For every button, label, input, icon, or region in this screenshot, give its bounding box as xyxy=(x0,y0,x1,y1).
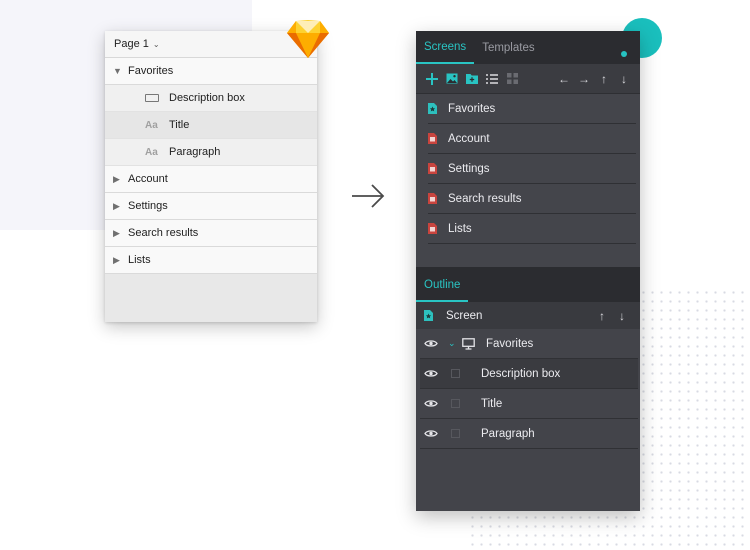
screen-label: Search results xyxy=(448,192,522,205)
screen-file-icon xyxy=(428,163,448,174)
screen-label: Lists xyxy=(448,222,472,235)
layer-group[interactable]: ▶ Settings xyxy=(105,193,317,220)
layer-group-favorites[interactable]: ▼ Favorites xyxy=(105,58,317,85)
layer-item[interactable]: Aa Title xyxy=(105,112,317,139)
screens-toolbar: ← → ↑ ↓ xyxy=(416,64,640,94)
layer-label: Description box xyxy=(169,92,245,104)
chevron-down-icon: ⌄ xyxy=(152,39,160,49)
layer-group[interactable]: ▶ Lists xyxy=(105,247,317,274)
layer-label: Settings xyxy=(128,200,168,212)
arrow-right-icon[interactable]: → xyxy=(574,69,594,89)
layer-group[interactable]: ▶ Search results xyxy=(105,220,317,247)
triangle-down-icon[interactable]: ▼ xyxy=(105,66,128,76)
screen-list: Favorites Account Settings Search result… xyxy=(416,94,640,267)
checkbox[interactable] xyxy=(451,399,460,408)
page-selector-label: Page 1 xyxy=(114,38,149,50)
outline-header-label: Screen xyxy=(446,309,483,322)
tab-outline[interactable]: Outline xyxy=(416,269,469,302)
screen-file-icon xyxy=(428,133,448,144)
eye-icon[interactable] xyxy=(420,429,442,438)
arrow-up-icon[interactable]: ↑ xyxy=(594,69,614,89)
tab-templates[interactable]: Templates xyxy=(474,31,542,64)
screen-label: Settings xyxy=(448,162,490,175)
status-dot xyxy=(621,51,627,57)
monitor-icon xyxy=(462,337,486,350)
screens-tab-bar: Screens Templates xyxy=(416,31,640,64)
star-file-icon xyxy=(428,103,448,114)
add-icon[interactable] xyxy=(422,69,442,89)
outline-label: Paragraph xyxy=(481,427,535,440)
layer-label: Paragraph xyxy=(169,146,221,158)
text-icon: Aa xyxy=(145,119,158,131)
add-folder-icon[interactable] xyxy=(462,69,482,89)
screen-item[interactable]: Account xyxy=(428,124,636,154)
layer-item[interactable]: Description box xyxy=(105,85,317,112)
checkbox[interactable] xyxy=(451,369,460,378)
image-icon[interactable] xyxy=(442,69,462,89)
arrow-down-icon[interactable]: ↓ xyxy=(612,306,632,326)
outline-item[interactable]: Paragraph xyxy=(420,419,638,449)
screen-label: Favorites xyxy=(448,102,496,115)
plugin-panel: Screens Templates ← → ↑ ↓ Favorites Acco… xyxy=(416,31,640,511)
layer-label: Account xyxy=(128,173,168,185)
screen-item[interactable]: Lists xyxy=(428,214,636,244)
layer-label: Lists xyxy=(128,254,151,266)
arrow-right-icon xyxy=(352,184,385,208)
layer-label: Search results xyxy=(128,227,199,239)
layer-label: Favorites xyxy=(128,65,174,77)
chevron-down-icon[interactable]: ⌄ xyxy=(448,338,460,349)
sketch-logo-icon xyxy=(287,20,329,58)
layer-label: Title xyxy=(169,119,190,131)
screen-file-icon xyxy=(428,223,448,234)
layer-group[interactable]: ▶ Account xyxy=(105,166,317,193)
outline-group-favorites[interactable]: ⌄ Favorites xyxy=(420,329,638,359)
tab-screens[interactable]: Screens xyxy=(416,31,475,64)
grid-view-icon[interactable] xyxy=(502,69,522,89)
layer-item[interactable]: Aa Paragraph xyxy=(105,139,317,166)
outline-item[interactable]: Title xyxy=(420,389,638,419)
list-view-icon[interactable] xyxy=(482,69,502,89)
eye-icon[interactable] xyxy=(420,369,442,378)
triangle-right-icon[interactable]: ▶ xyxy=(105,255,128,266)
screen-item[interactable]: Search results xyxy=(428,184,636,214)
screen-label: Account xyxy=(448,132,490,145)
screen-item-favorites[interactable]: Favorites xyxy=(428,94,636,124)
sketch-layers-panel: Page 1 ⌄ ▼ Favorites Description box Aa … xyxy=(105,31,317,322)
star-file-icon xyxy=(424,310,446,321)
screen-item[interactable]: Settings xyxy=(428,154,636,184)
eye-icon[interactable] xyxy=(420,339,442,348)
outline-label: Title xyxy=(481,397,503,410)
checkbox[interactable] xyxy=(451,429,460,438)
outline-item[interactable]: Description box xyxy=(420,359,638,389)
triangle-right-icon[interactable]: ▶ xyxy=(105,201,128,212)
outline-label: Favorites xyxy=(486,337,534,350)
eye-icon[interactable] xyxy=(420,399,442,408)
arrow-left-icon[interactable]: ← xyxy=(554,69,574,89)
outline-label: Description box xyxy=(481,367,561,380)
text-icon: Aa xyxy=(145,146,158,158)
arrow-down-icon[interactable]: ↓ xyxy=(614,69,634,89)
triangle-right-icon[interactable]: ▶ xyxy=(105,174,128,185)
outline-tab-bar: Outline xyxy=(416,267,640,302)
screen-file-icon xyxy=(428,193,448,204)
outline-header: Screen ↑ ↓ xyxy=(416,302,640,329)
triangle-right-icon[interactable]: ▶ xyxy=(105,228,128,239)
rectangle-icon xyxy=(145,94,169,102)
arrow-up-icon[interactable]: ↑ xyxy=(592,306,612,326)
